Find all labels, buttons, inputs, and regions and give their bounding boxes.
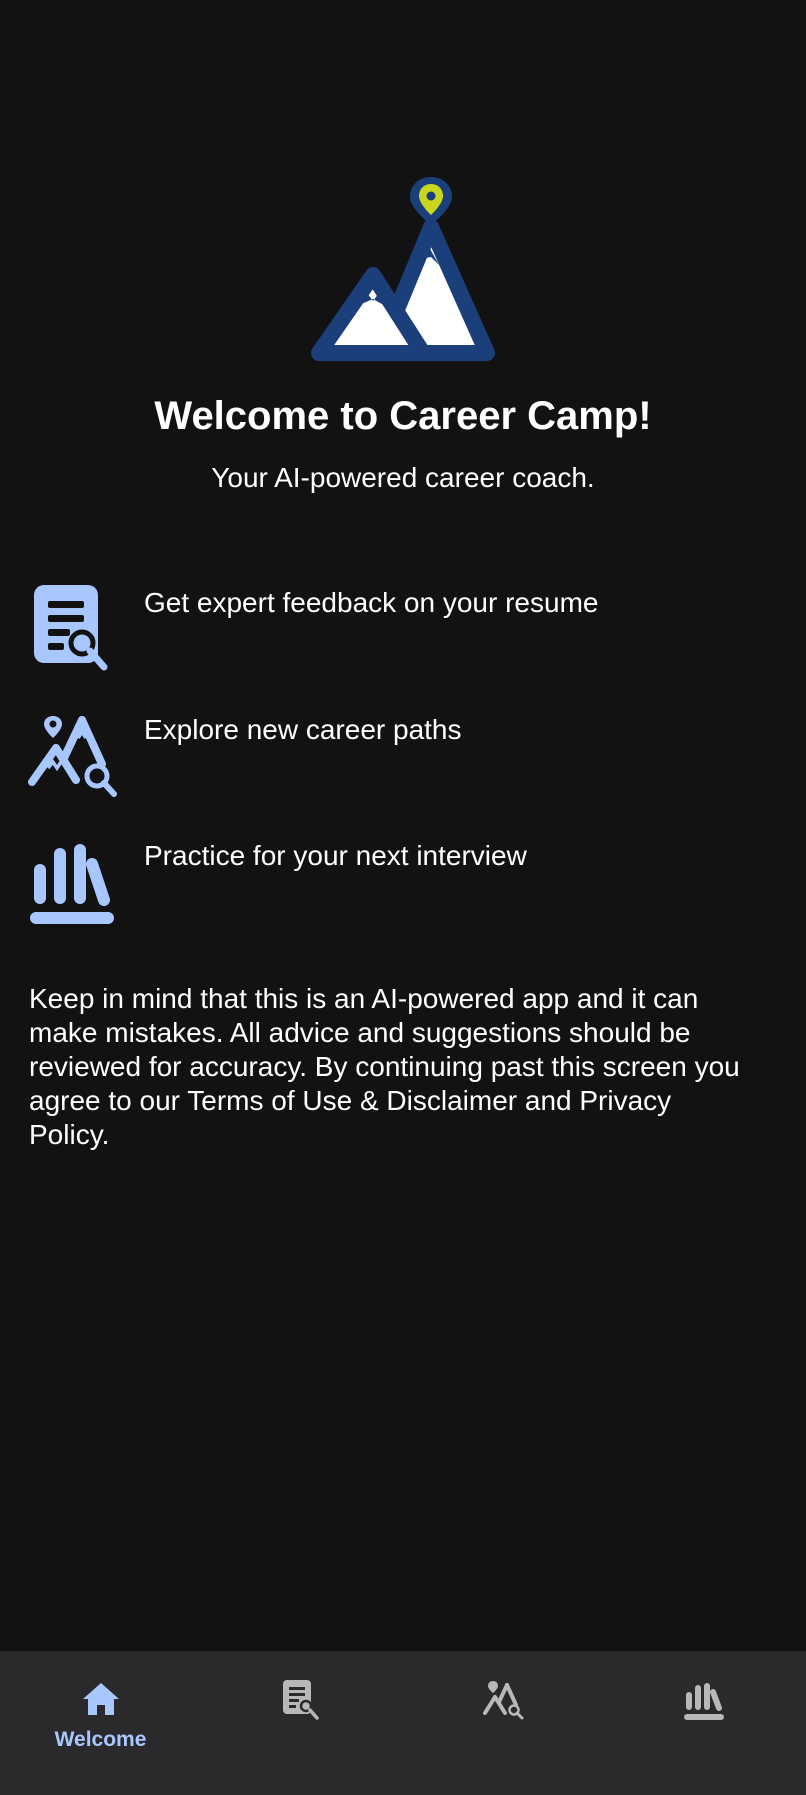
nav-tab-welcome-label: Welcome bbox=[54, 1728, 147, 1751]
career-explore-icon bbox=[28, 716, 117, 797]
nav-tab-resume[interactable] bbox=[201, 1651, 402, 1795]
career-paths-icon bbox=[483, 1681, 524, 1720]
interview-icon bbox=[684, 1683, 724, 1720]
home-icon bbox=[83, 1683, 119, 1715]
resume-review-icon bbox=[34, 585, 108, 671]
feature-resume-label: Get expert feedback on your resume bbox=[144, 587, 599, 618]
resume-icon bbox=[283, 1680, 319, 1720]
welcome-title: Welcome to Career Camp! bbox=[154, 394, 652, 438]
nav-tab-interview[interactable] bbox=[603, 1651, 804, 1795]
interview-practice-icon bbox=[30, 844, 114, 924]
feature-career-paths: Explore new career paths bbox=[26, 710, 786, 806]
feature-interview: Practice for your next interview bbox=[26, 836, 786, 932]
nav-tab-career-paths[interactable] bbox=[402, 1651, 603, 1795]
bottom-navigation-bar: Welcome bbox=[0, 1651, 806, 1795]
feature-career-paths-label: Explore new career paths bbox=[144, 714, 462, 745]
career-camp-logo bbox=[311, 177, 495, 361]
feature-interview-label: Practice for your next interview bbox=[144, 840, 527, 871]
ai-disclaimer-text: Keep in mind that this is an AI-powered … bbox=[29, 983, 740, 1150]
welcome-subtitle: Your AI-powered career coach. bbox=[211, 462, 595, 493]
nav-tab-welcome[interactable]: Welcome bbox=[0, 1651, 201, 1795]
feature-resume: Get expert feedback on your resume bbox=[26, 583, 786, 679]
